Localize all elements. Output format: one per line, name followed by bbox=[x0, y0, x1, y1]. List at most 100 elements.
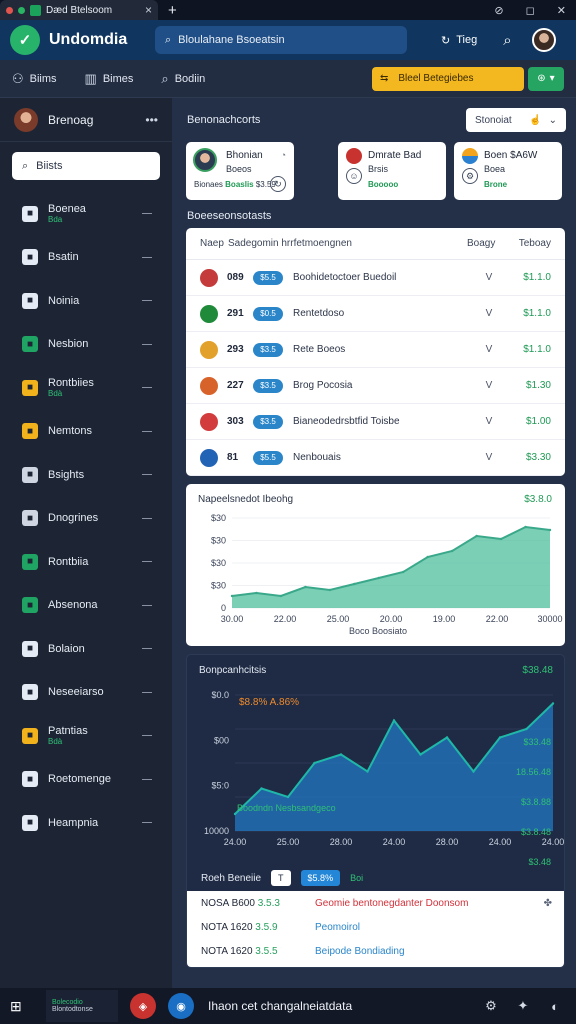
gear-icon: ■ bbox=[22, 771, 38, 788]
sidebar-item-text: Absenona bbox=[48, 599, 132, 611]
sidebar-item[interactable]: ■ Dnogrines bbox=[0, 497, 172, 541]
column-header[interactable]: Naep bbox=[200, 238, 228, 249]
table-row[interactable]: 81 $5.5 Nenbouais V $3.30 bbox=[186, 440, 565, 476]
puzzle-icon[interactable]: ✦ bbox=[512, 998, 534, 1014]
alert-banner[interactable]: ⇆ Bleel Betegiebes bbox=[372, 66, 524, 91]
sidebar-search-input[interactable]: ⌕ Biists bbox=[12, 152, 160, 180]
row-chevron-icon[interactable]: V bbox=[475, 308, 503, 319]
sidebar-item[interactable]: ■ Bsatin bbox=[0, 236, 172, 280]
sidebar-item[interactable]: ■ Nesbion bbox=[0, 323, 172, 367]
header-search-input[interactable]: ⌕ Bloulahane Bsoeatsin bbox=[155, 26, 407, 54]
row-chevron-icon[interactable]: V bbox=[475, 452, 503, 463]
search-icon: ⌕ bbox=[22, 159, 29, 172]
row-chevron-icon[interactable]: V bbox=[475, 416, 503, 427]
shield-app-icon[interactable]: ◈ bbox=[130, 993, 156, 1019]
column-header[interactable]: Sadegomin hrrfetmoengnen bbox=[228, 238, 467, 249]
column-header[interactable]: Boagy bbox=[467, 238, 515, 249]
sidebar-item-label: Noinia bbox=[48, 294, 80, 307]
refresh-button[interactable]: ↻ Tieg bbox=[441, 34, 477, 47]
shield-icon bbox=[346, 148, 362, 164]
sort-dropdown[interactable]: Stonoiat ☝ ⌄ bbox=[466, 108, 566, 132]
sidebar-item[interactable]: ■ Absenona bbox=[0, 584, 172, 628]
row-chevron-icon[interactable]: V bbox=[475, 380, 503, 391]
filter-text[interactable]: Boi bbox=[350, 873, 363, 883]
row-badge: $5.5 bbox=[253, 270, 283, 285]
taskbar-app[interactable]: Bolecodio Blontodtonse bbox=[46, 990, 118, 1022]
search-icon: ⌕ bbox=[165, 33, 172, 46]
table-row[interactable]: 227 $3.5 Brog Pocosia V $1.30 bbox=[186, 368, 565, 404]
x-tick-label: 30.00 bbox=[221, 614, 244, 624]
avatar bbox=[193, 148, 217, 172]
table-row[interactable]: 293 $3.5 Rete Boeos V $1.1.0 bbox=[186, 332, 565, 368]
card-subtitle: Boeos bbox=[226, 164, 252, 174]
edge-app-icon[interactable]: ◉ bbox=[168, 993, 194, 1019]
summary-card[interactable]: Boen $A6W Boea Brone ⚙ bbox=[454, 142, 562, 200]
sidebar-item[interactable]: ■ Rontbiies Bdà bbox=[0, 366, 172, 410]
row-amount: $1.1.0 bbox=[523, 344, 551, 355]
sidebar-item[interactable]: ■ Neseeiarso bbox=[0, 671, 172, 715]
minimize-icon[interactable]: ⊘ bbox=[494, 4, 503, 17]
sidebar-item[interactable]: ■ Noinia bbox=[0, 279, 172, 323]
sidebar-user[interactable]: Brenoag ••• bbox=[0, 98, 172, 142]
row-number: 227 bbox=[227, 380, 244, 391]
column-header[interactable]: Teboay bbox=[515, 238, 551, 249]
browser-tab[interactable]: Dæd Btelsoom × bbox=[0, 0, 158, 20]
close-dot-icon[interactable] bbox=[6, 6, 13, 14]
toolbar-item-columns[interactable]: ▥ Bimes bbox=[85, 71, 134, 87]
data-point bbox=[328, 588, 332, 592]
app-logo-icon[interactable]: ✓ bbox=[10, 25, 40, 55]
right-value-label: $33.48 bbox=[523, 737, 551, 747]
header-search-button[interactable]: ⌕ bbox=[503, 32, 511, 49]
toolbar-item-search[interactable]: ⌕ Bodiin bbox=[161, 71, 205, 87]
notification-icon[interactable]: ◐ bbox=[544, 999, 566, 1014]
toolbar-item-users[interactable]: ⚇ Biims bbox=[12, 71, 57, 87]
refresh-icon[interactable]: ↻ bbox=[270, 176, 286, 192]
list-item[interactable]: NOTA 1620 3.5.5 Beipode Bondiading bbox=[187, 939, 564, 963]
more-icon[interactable]: ••• bbox=[145, 113, 158, 127]
settings-icon[interactable]: ⚙ bbox=[480, 998, 502, 1014]
header-search-text: Bloulahane Bsoeatsin bbox=[178, 34, 285, 46]
sidebar-item-sub: Bda bbox=[48, 215, 63, 225]
start-windows-icon[interactable]: ⊞ bbox=[10, 998, 36, 1015]
sidebar-item[interactable]: ■ Bsights bbox=[0, 453, 172, 497]
status-toggle[interactable]: ⊛ ▾ bbox=[528, 66, 564, 91]
tab-close-icon[interactable]: × bbox=[145, 3, 152, 17]
x-tick-label: 24.00 bbox=[542, 837, 565, 847]
table-row[interactable]: 303 $3.5 Bianeodedrsbtfid Toisbe V $1.00 bbox=[186, 404, 565, 440]
list-item[interactable]: NOSA B600 3.5.3 Geomie bentonegdanter Doo… bbox=[187, 891, 564, 915]
row-number: 089 bbox=[227, 272, 244, 283]
sidebar-item-text: Nemtons bbox=[48, 425, 132, 437]
row-number: 291 bbox=[227, 308, 244, 319]
window-close-icon[interactable]: ✕ bbox=[557, 4, 566, 17]
filter-chip[interactable]: T bbox=[271, 870, 291, 886]
x-tick-label: 25.00 bbox=[327, 614, 350, 624]
summary-card[interactable]: Dmrate Bad Brsis Booooo ☺ bbox=[338, 142, 446, 200]
sidebar-item[interactable]: ■ Patntias Bdà bbox=[0, 714, 172, 758]
table-row[interactable]: 291 $0.5 Rentetdoso V $1.1.0 bbox=[186, 296, 565, 332]
sidebar-item[interactable]: ■ Roetomenge bbox=[0, 758, 172, 802]
sidebar-item-label: Patntias bbox=[48, 725, 88, 738]
user-avatar[interactable] bbox=[531, 28, 556, 52]
sidebar-item[interactable]: ■ Rontbiia bbox=[0, 540, 172, 584]
dash-icon bbox=[142, 822, 152, 824]
list-item[interactable]: NOTA 1620 3.5.9 Peomoirol bbox=[187, 915, 564, 939]
sidebar-item-label: Nemtons bbox=[48, 425, 93, 438]
new-tab-button[interactable]: + bbox=[168, 2, 177, 19]
data-point bbox=[450, 549, 454, 553]
upload-icon: ■ bbox=[22, 510, 38, 527]
sidebar-item[interactable]: ■ Heampnia bbox=[0, 801, 172, 845]
sidebar-item[interactable]: ■ Nemtons bbox=[0, 410, 172, 454]
list-end-icon[interactable]: ✤ bbox=[522, 898, 552, 909]
restore-icon[interactable]: ◻ bbox=[526, 4, 535, 17]
sidebar-item[interactable]: ■ Bolaion bbox=[0, 627, 172, 671]
filter-chip-active[interactable]: $5.8% bbox=[300, 870, 341, 886]
sidebar-item[interactable]: ■ Boenea Bda bbox=[0, 192, 172, 236]
x-tick-label: 19.00 bbox=[433, 614, 456, 624]
row-chevron-icon[interactable]: V bbox=[475, 344, 503, 355]
table-row[interactable]: 089 $5.5 Boohidetoctoer Buedoil V $1.1.0 bbox=[186, 260, 565, 296]
row-number: 81 bbox=[227, 452, 239, 463]
row-chevron-icon[interactable]: V bbox=[475, 272, 503, 283]
summary-card[interactable]: Bhonian Boeos Bionaes Boaslis $3.59 ◔ ↻ bbox=[186, 142, 294, 200]
person-icon: ■ bbox=[22, 249, 38, 266]
maximize-dot-icon[interactable] bbox=[18, 6, 25, 14]
